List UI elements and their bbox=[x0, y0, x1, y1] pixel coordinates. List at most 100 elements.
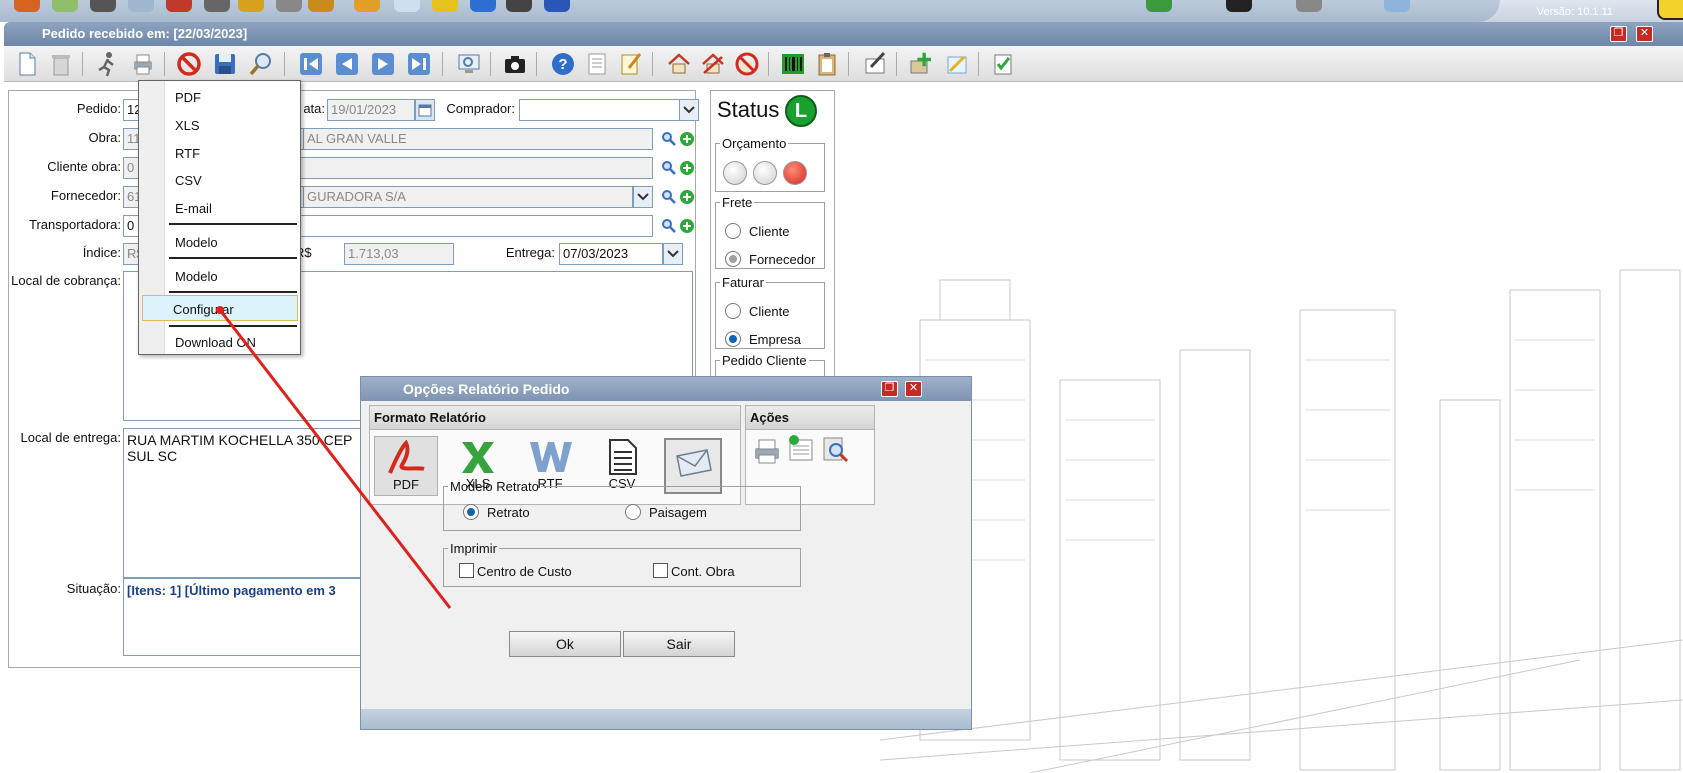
tools-icon[interactable] bbox=[942, 50, 972, 78]
format-pdf-button[interactable]: PDF bbox=[374, 436, 438, 496]
entrega-field[interactable]: 07/03/2023 bbox=[559, 243, 663, 265]
barcode-icon[interactable] bbox=[778, 50, 808, 78]
fornecedor-name-field[interactable]: GURADORA S/A bbox=[303, 186, 633, 208]
transportadora-search-icon[interactable] bbox=[661, 218, 677, 234]
app-icon-2[interactable] bbox=[52, 0, 78, 12]
app-icon-18[interactable] bbox=[1296, 0, 1322, 12]
house-block-icon[interactable] bbox=[732, 50, 762, 78]
csv-icon bbox=[609, 439, 637, 475]
dialog-footer-bar bbox=[361, 709, 971, 729]
app-icon-4[interactable] bbox=[128, 0, 154, 12]
cancel-icon[interactable] bbox=[174, 50, 204, 78]
app-icon-13[interactable] bbox=[470, 0, 496, 12]
menu-item-email[interactable]: E-mail bbox=[175, 201, 212, 216]
app-icon-1[interactable] bbox=[14, 0, 40, 12]
checklist-icon[interactable] bbox=[988, 50, 1018, 78]
xls-icon bbox=[462, 442, 494, 473]
restore-window-icon[interactable]: ❐ bbox=[1610, 26, 1627, 42]
menu-item-csv[interactable]: CSV bbox=[175, 173, 202, 188]
printer-icon[interactable] bbox=[128, 50, 158, 78]
data-field[interactable]: 19/01/2023 bbox=[327, 99, 415, 121]
add-item-icon[interactable] bbox=[906, 50, 936, 78]
dialog-title: Opções Relatório Pedido bbox=[403, 381, 570, 397]
menu-separator-1 bbox=[169, 223, 297, 225]
cliente-obra-search-icon[interactable] bbox=[661, 160, 677, 176]
fornecedor-add-icon[interactable] bbox=[679, 189, 695, 205]
menu-item-xls[interactable]: XLS bbox=[175, 118, 200, 133]
clipboard-icon[interactable] bbox=[812, 50, 842, 78]
chart-icon[interactable] bbox=[354, 0, 380, 12]
previous-record-icon[interactable] bbox=[332, 50, 362, 78]
app-icon-8[interactable] bbox=[276, 0, 302, 12]
comprador-select[interactable] bbox=[519, 99, 681, 121]
dialog-restore-icon[interactable]: ❐ bbox=[881, 381, 898, 397]
menu-item-pdf[interactable]: PDF bbox=[175, 90, 201, 105]
coins-icon[interactable] bbox=[308, 0, 334, 12]
app-icon-3[interactable] bbox=[90, 0, 116, 12]
app-icon-15[interactable] bbox=[544, 0, 570, 12]
centro-de-custo-checkbox[interactable] bbox=[459, 563, 474, 578]
menu-item-configurar[interactable]: Configurar bbox=[173, 302, 234, 317]
first-record-icon[interactable] bbox=[296, 50, 326, 78]
frete-fornecedor-radio[interactable] bbox=[725, 251, 741, 267]
next-record-icon[interactable] bbox=[368, 50, 398, 78]
app-icon-7[interactable] bbox=[238, 0, 264, 12]
close-window-icon[interactable]: ✕ bbox=[1636, 26, 1653, 42]
app-icon-6[interactable] bbox=[204, 0, 230, 12]
action-print-icon[interactable] bbox=[752, 436, 782, 466]
runner-icon[interactable] bbox=[92, 50, 122, 78]
action-preview-icon[interactable] bbox=[820, 434, 850, 464]
ok-button[interactable]: Ok bbox=[509, 631, 621, 657]
frete-cliente-radio[interactable] bbox=[725, 223, 741, 239]
search-icon[interactable] bbox=[246, 50, 276, 78]
app-icon-5[interactable] bbox=[166, 0, 192, 12]
valor-field[interactable]: 1.713,03 bbox=[344, 243, 454, 265]
print-dropdown-menu: PDF XLS RTF CSV E-mail Modelo Modelo Con… bbox=[138, 80, 301, 355]
obra-search-icon[interactable] bbox=[661, 131, 677, 147]
obra-name-field[interactable]: AL GRAN VALLE bbox=[303, 128, 653, 150]
cont-obra-checkbox[interactable] bbox=[653, 563, 668, 578]
menu-item-download-on[interactable]: Download ON bbox=[175, 335, 256, 350]
faturar-empresa-radio[interactable] bbox=[725, 331, 741, 347]
monitor-search-icon[interactable] bbox=[454, 50, 484, 78]
app-icon-14[interactable] bbox=[506, 0, 532, 12]
menu-item-rtf[interactable]: RTF bbox=[175, 146, 200, 161]
faturar-cliente-radio[interactable] bbox=[725, 303, 741, 319]
main-toolbar: ? bbox=[4, 46, 1683, 82]
dialog-close-icon[interactable]: ✕ bbox=[905, 381, 922, 397]
retrato-radio[interactable] bbox=[463, 504, 479, 520]
help-icon[interactable]: ? bbox=[548, 50, 578, 78]
new-document-icon[interactable] bbox=[12, 50, 42, 78]
menu-item-modelo-2[interactable]: Modelo bbox=[175, 269, 218, 284]
format-section-header: Formato Relatório bbox=[370, 406, 740, 430]
obra-add-icon[interactable] bbox=[679, 131, 695, 147]
app-icon-16[interactable] bbox=[1146, 0, 1172, 12]
calendar-icon[interactable] bbox=[415, 99, 435, 121]
sign-document-icon[interactable] bbox=[860, 50, 890, 78]
app-icon-11[interactable] bbox=[394, 0, 420, 12]
fornecedor-search-icon[interactable] bbox=[661, 189, 677, 205]
trash-icon[interactable] bbox=[46, 50, 76, 78]
imprimir-legend: Imprimir bbox=[450, 541, 497, 556]
save-icon[interactable] bbox=[210, 50, 240, 78]
comprador-chevron-down-icon[interactable] bbox=[679, 99, 699, 121]
app-icon-12[interactable] bbox=[432, 0, 458, 12]
edit-note-icon[interactable] bbox=[616, 50, 646, 78]
fornecedor-chevron-down-icon[interactable] bbox=[633, 186, 653, 208]
camera-icon[interactable] bbox=[500, 50, 530, 78]
house-cancel-icon[interactable] bbox=[698, 50, 728, 78]
entrega-chevron-down-icon[interactable] bbox=[663, 243, 683, 265]
last-record-icon[interactable] bbox=[404, 50, 434, 78]
app-icon-19[interactable] bbox=[1384, 0, 1410, 12]
app-icon-17[interactable] bbox=[1226, 0, 1252, 12]
transportadora-add-icon[interactable] bbox=[679, 218, 695, 234]
comprador-label: Comprador: bbox=[446, 101, 515, 116]
sair-button[interactable]: Sair bbox=[623, 631, 735, 657]
house-icon[interactable] bbox=[664, 50, 694, 78]
paisagem-radio[interactable] bbox=[625, 504, 641, 520]
cliente-obra-add-icon[interactable] bbox=[679, 160, 695, 176]
menu-item-modelo-1[interactable]: Modelo bbox=[175, 235, 218, 250]
notification-icon[interactable] bbox=[1657, 0, 1683, 20]
document-list-icon[interactable] bbox=[582, 50, 612, 78]
action-export-icon[interactable] bbox=[786, 434, 816, 464]
